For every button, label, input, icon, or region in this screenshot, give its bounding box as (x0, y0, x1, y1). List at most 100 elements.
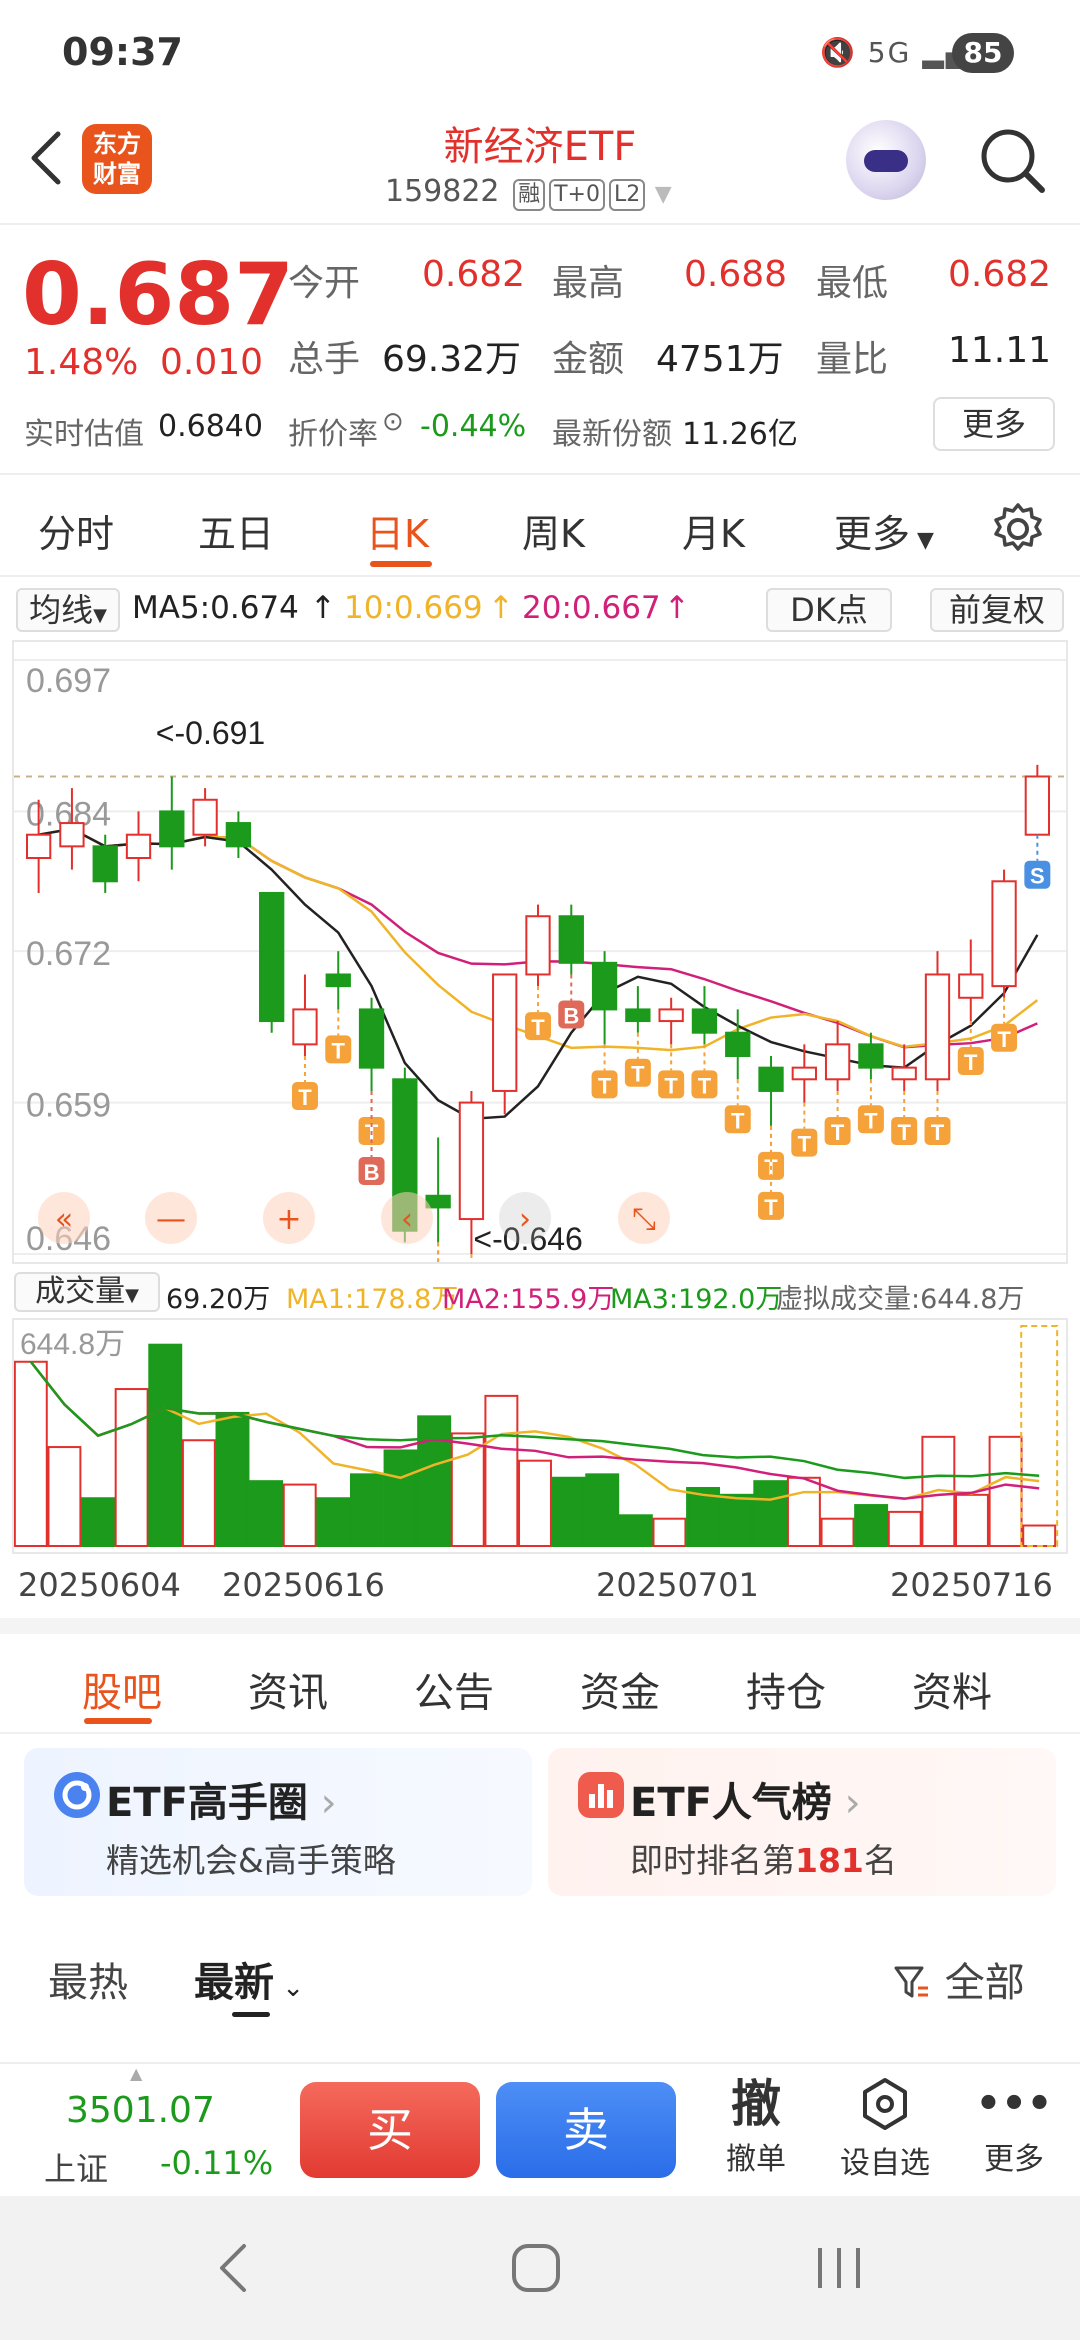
candle-up (658, 1008, 684, 1023)
sell-button[interactable]: 卖 (496, 2082, 676, 2178)
candle-down (92, 845, 118, 883)
tab-monthly-k[interactable]: 月K (682, 503, 745, 558)
bar-chart-icon (578, 1772, 624, 1818)
volume-selector-label: 成交量 (35, 1274, 126, 1309)
dropdown-triangle-icon: ▼ (125, 1285, 139, 1306)
vol-ma2: MA2:155.9万 (442, 1284, 615, 1315)
more-label: 更多 (984, 2142, 1044, 2177)
marker-label: T (332, 1038, 346, 1063)
kline-chart[interactable]: 0.6970.6840.6720.6590.646TTTBTTTTBTTTTTT… (12, 640, 1068, 1337)
ma20-up-arrow-icon: ↑ (664, 590, 690, 626)
candle-up (192, 798, 218, 836)
assistant-robot-icon[interactable] (846, 120, 926, 200)
nav-back-icon[interactable] (214, 2242, 254, 2294)
tab-profile[interactable]: 资料 (912, 1660, 992, 1718)
security-code-row[interactable]: 159822 融 T+0 L2 ▼ (385, 174, 672, 211)
filter-all-button[interactable]: 全部 (892, 1950, 1025, 2008)
etf-popularity-card[interactable]: ETF人气榜 › 即时排名第181名 (548, 1748, 1056, 1896)
expand-up-icon[interactable]: ▲ (130, 2064, 142, 2083)
candle-up (824, 1043, 851, 1081)
tab-more-label: 更多 (834, 512, 911, 556)
marker-label: T (631, 1062, 645, 1087)
tab-holdings[interactable]: 持仓 (746, 1660, 826, 1718)
candle-up (292, 1008, 318, 1046)
volume-chart[interactable]: 644.8万 (12, 1318, 1068, 1554)
volume-bar-up (786, 1476, 821, 1547)
nav-recents-icon[interactable] (814, 2242, 864, 2294)
volume-bar-up (518, 1459, 552, 1548)
high-annotation: <-0.691 (156, 715, 265, 751)
tab-intraday[interactable]: 分时 (38, 503, 114, 558)
rank-suffix: 名 (863, 1841, 897, 1880)
chevron-right-icon: › (831, 1780, 861, 1826)
indicator-selector[interactable]: 均线▼ (16, 588, 120, 632)
card-subtitle: 精选机会&高手策略 (106, 1841, 396, 1880)
app-header: 东方 财富 新经济ETF 159822 融 T+0 L2 ▼ (0, 100, 1080, 225)
vol-ratio-value: 11.11 (948, 330, 1052, 371)
add-watchlist-button[interactable]: 设自选 (830, 2074, 940, 2182)
card-title-text: ETF高手圈 (106, 1780, 308, 1826)
tab-weekly-k[interactable]: 周K (522, 503, 585, 558)
volume-bar-down (81, 1497, 115, 1547)
index-value[interactable]: 3501.07 (66, 2090, 215, 2131)
volume-bar-up (887, 1510, 922, 1547)
info-icon[interactable]: ⊙ (382, 407, 404, 437)
marker-label: T (831, 1120, 845, 1145)
scroll-left-icon-glyph: « (55, 1202, 73, 1237)
candle-down (325, 973, 351, 988)
volume-value: 69.20万 (166, 1284, 271, 1315)
candle-down (858, 1043, 884, 1069)
candle-up (891, 1066, 917, 1081)
sort-latest[interactable]: 最新 ⌄ (194, 1950, 304, 2008)
tab-news[interactable]: 资讯 (248, 1660, 328, 1718)
more-quote-button[interactable]: 更多 (933, 397, 1055, 451)
volume-bar-down (753, 1480, 788, 1547)
cancel-order-button[interactable]: 撤 撤单 (706, 2074, 806, 2178)
sort-hot[interactable]: 最热 (48, 1950, 128, 2008)
candle-up (958, 973, 984, 999)
tab-daily-k[interactable]: 日K (366, 503, 429, 558)
card-title-text: ETF人气榜 (630, 1780, 832, 1826)
etf-expert-card[interactable]: ETF高手圈 › 精选机会&高手策略 (24, 1748, 532, 1896)
candle-up (125, 833, 152, 860)
cancel-label: 撤单 (726, 2142, 786, 2177)
more-button[interactable]: ••• 更多 (964, 2074, 1064, 2178)
filter-icon (894, 1966, 928, 1998)
kline-svg[interactable]: 0.6970.6840.6720.6590.646TTTBTTTTBTTTTTT… (14, 642, 1066, 1337)
marker-label: T (664, 1073, 678, 1098)
marker-label: T (298, 1085, 312, 1110)
tab-forum[interactable]: 股吧 (82, 1660, 162, 1718)
volume-label: 总手 (288, 339, 361, 380)
marker-label: S (1030, 864, 1045, 889)
volume-bar-up (282, 1483, 317, 1547)
buy-button[interactable]: 买 (300, 2082, 480, 2178)
gear-icon[interactable] (990, 501, 1046, 557)
candle-down (625, 1008, 651, 1023)
date-axis: 20250604 20250616 20250701 20250716 (0, 1558, 1080, 1608)
y-tick-label: 0.672 (26, 935, 111, 973)
volume-bar-down (316, 1497, 351, 1547)
volume-bar-down (551, 1476, 586, 1547)
tab-announcements[interactable]: 公告 (414, 1660, 494, 1718)
date-label: 20250604 (18, 1566, 181, 1604)
marker-label: T (531, 1015, 545, 1040)
nav-home-icon[interactable] (510, 2242, 562, 2294)
tab-funds[interactable]: 资金 (580, 1660, 660, 1718)
volume-bar-up (988, 1435, 1023, 1547)
volume-bar-up (450, 1432, 485, 1547)
volume-bar-down (215, 1411, 250, 1547)
candle-up (492, 973, 518, 1092)
volume-bar-up (181, 1439, 216, 1547)
volume-bar-up (484, 1394, 519, 1547)
active-sort-indicator (232, 2012, 270, 2017)
candle-down (725, 1031, 751, 1057)
search-icon[interactable] (976, 124, 1048, 196)
marker-label: T (598, 1073, 612, 1098)
level2-tag: L2 (608, 179, 646, 211)
card-title: ETF人气榜 › (630, 1770, 861, 1828)
tab-more[interactable]: 更多 ▼ (834, 503, 934, 558)
tab-five-day[interactable]: 五日 (198, 503, 274, 558)
dk-point-button[interactable]: DK点 (766, 588, 892, 632)
adjust-button[interactable]: 前复权 (930, 588, 1064, 632)
volume-indicator-selector[interactable]: 成交量▼ (14, 1272, 160, 1312)
